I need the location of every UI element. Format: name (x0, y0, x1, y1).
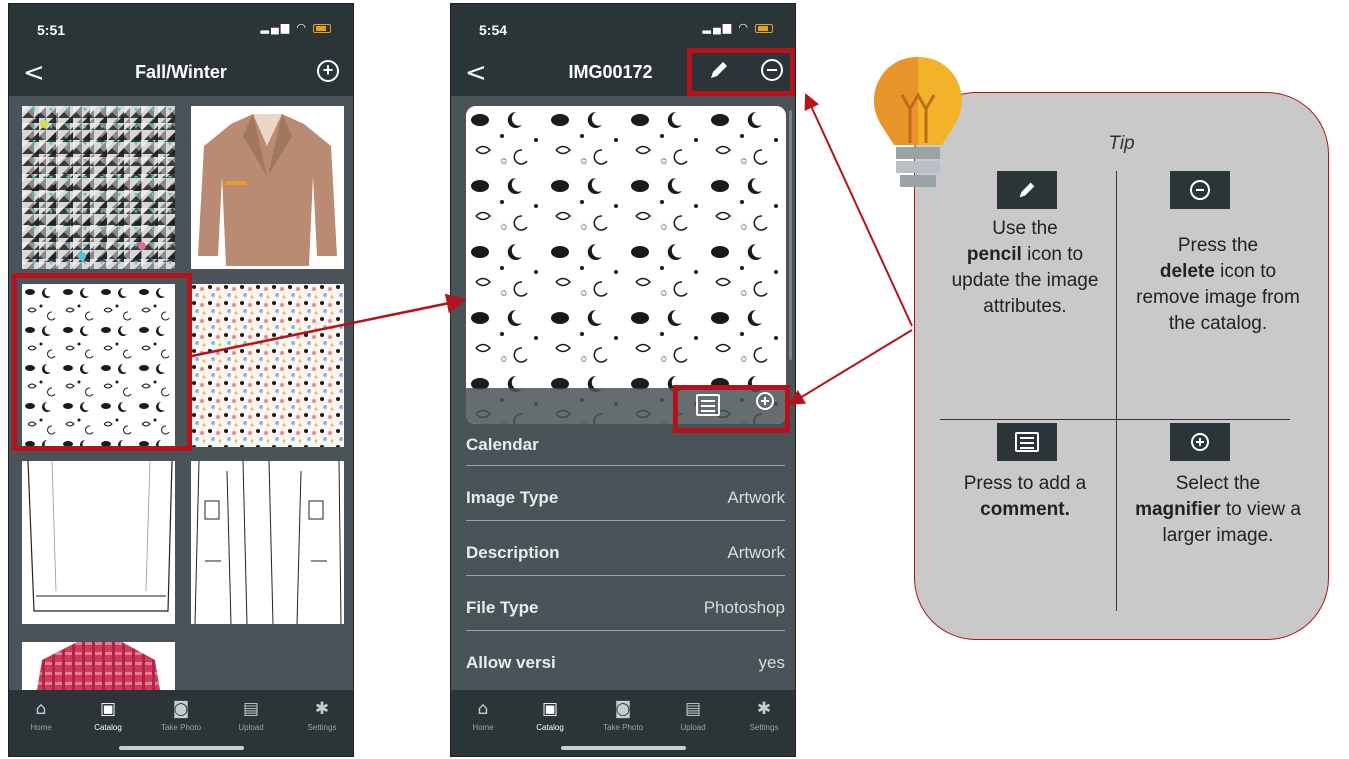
tip-delete-text: Press the delete icon to remove image fro… (1136, 235, 1300, 334)
arrow-tip-to-comment-magnifier (788, 329, 913, 406)
tip-comment-text: Press to add a comment. (963, 473, 1087, 520)
tip-panel: Tip Use the pencil icon to update the ima… (914, 92, 1329, 640)
zoom-in-icon (1191, 433, 1209, 451)
tip-comment-icon-box (997, 423, 1057, 461)
tip-pencil-icon-box (997, 171, 1057, 209)
arrow-thumbnail-to-detail (186, 293, 467, 359)
comment-icon (1015, 432, 1039, 452)
pencil-icon (1019, 182, 1035, 198)
tip-delete-icon-box (1170, 171, 1230, 209)
lightbulb-icon (874, 57, 962, 187)
tip-title: Tip (1108, 133, 1135, 154)
minus-circle-icon (1190, 180, 1210, 200)
tip-pencil-text: Use the pencil icon to update the image a… (951, 218, 1099, 317)
tip-divider-vertical (1116, 171, 1117, 611)
tip-divider-horizontal (940, 419, 1290, 420)
tip-magnifier-text: Select the magnifier to view a larger ima… (1135, 473, 1301, 546)
tip-magnifier-icon-box (1170, 423, 1230, 461)
